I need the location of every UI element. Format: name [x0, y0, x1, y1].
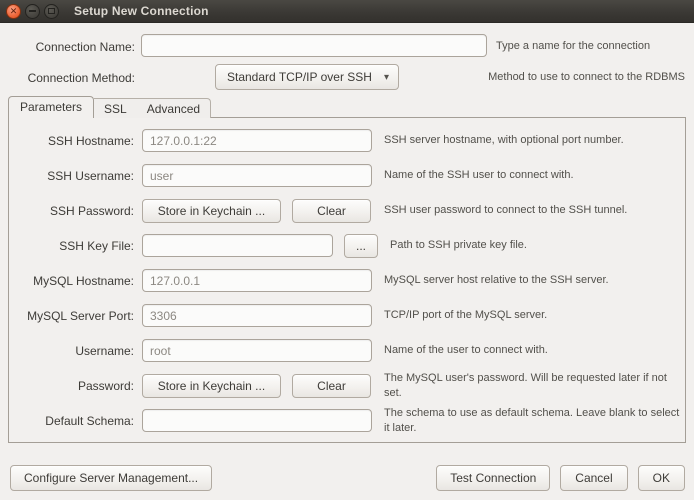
- username-hint: Name of the user to connect with.: [384, 343, 548, 357]
- tab-ssl[interactable]: SSL: [94, 100, 137, 118]
- chevron-down-icon: ▾: [384, 72, 389, 83]
- form-row-ssh-username: SSH Username: Name of the SSH user to co…: [9, 158, 685, 193]
- connection-name-hint: Type a name for the connection: [496, 40, 650, 52]
- ssh-store-keychain-button[interactable]: Store in Keychain ...: [142, 199, 281, 223]
- connection-method-hint: Method to use to connect to the RDBMS: [488, 71, 685, 83]
- ssh-clear-password-button[interactable]: Clear: [292, 199, 371, 223]
- password-label: Password:: [9, 379, 134, 393]
- minimize-button[interactable]: [25, 4, 40, 19]
- ssh-keyfile-label: SSH Key File:: [9, 239, 134, 253]
- password-hint: The MySQL user's password. Will be reque…: [384, 371, 685, 400]
- ssh-keyfile-input[interactable]: [142, 234, 333, 257]
- mysql-hostname-hint: MySQL server host relative to the SSH se…: [384, 273, 609, 287]
- test-connection-button[interactable]: Test Connection: [436, 465, 550, 491]
- tab-bar: Parameters SSL Advanced: [8, 96, 211, 118]
- ssh-hostname-label: SSH Hostname:: [9, 134, 134, 148]
- mysql-hostname-input[interactable]: [142, 269, 372, 292]
- ssh-hostname-input[interactable]: [142, 129, 372, 152]
- footer-actions: Test Connection Cancel OK: [436, 465, 685, 491]
- connection-method-label: Connection Method:: [0, 71, 135, 85]
- maximize-icon: [48, 8, 55, 14]
- ssh-password-label: SSH Password:: [9, 204, 134, 218]
- mysql-hostname-label: MySQL Hostname:: [9, 274, 134, 288]
- username-input[interactable]: [142, 339, 372, 362]
- form-row-mysql-hostname: MySQL Hostname: MySQL server host relati…: [9, 263, 685, 298]
- ssh-hostname-hint: SSH server hostname, with optional port …: [384, 133, 624, 147]
- cancel-button[interactable]: Cancel: [560, 465, 627, 491]
- configure-server-management-button[interactable]: Configure Server Management...: [10, 465, 212, 491]
- ssh-username-label: SSH Username:: [9, 169, 134, 183]
- default-schema-hint: The schema to use as default schema. Lea…: [384, 406, 685, 435]
- minimize-icon: [29, 10, 36, 12]
- ok-button[interactable]: OK: [638, 465, 685, 491]
- titlebar: ✕ Setup New Connection: [0, 0, 694, 23]
- connection-name-label: Connection Name:: [0, 40, 135, 54]
- form-row-mysql-port: MySQL Server Port: TCP/IP port of the My…: [9, 298, 685, 333]
- form-row-ssh-password: SSH Password: Store in Keychain ... Clea…: [9, 193, 685, 228]
- close-button[interactable]: ✕: [6, 4, 21, 19]
- window-title: Setup New Connection: [74, 4, 209, 18]
- form-row-username: Username: Name of the user to connect wi…: [9, 333, 685, 368]
- default-schema-input[interactable]: [142, 409, 372, 432]
- default-schema-label: Default Schema:: [9, 414, 134, 428]
- mysql-store-keychain-button[interactable]: Store in Keychain ...: [142, 374, 281, 398]
- mysql-port-input[interactable]: [142, 304, 372, 327]
- connection-method-value: Standard TCP/IP over SSH: [227, 70, 372, 84]
- tab-parameters[interactable]: Parameters: [8, 96, 94, 118]
- form-row-ssh-keyfile: SSH Key File: ... Path to SSH private ke…: [9, 228, 685, 263]
- ssh-password-hint: SSH user password to connect to the SSH …: [384, 203, 627, 217]
- window-controls: ✕: [6, 4, 59, 19]
- ssh-keyfile-browse-button[interactable]: ...: [344, 234, 378, 258]
- tab-advanced[interactable]: Advanced: [137, 100, 210, 118]
- connection-name-input[interactable]: [141, 34, 487, 57]
- ssh-username-input[interactable]: [142, 164, 372, 187]
- maximize-button[interactable]: [44, 4, 59, 19]
- ssh-keyfile-hint: Path to SSH private key file.: [390, 238, 527, 252]
- mysql-port-label: MySQL Server Port:: [9, 309, 134, 323]
- connection-method-dropdown[interactable]: Standard TCP/IP over SSH ▾: [215, 64, 399, 90]
- mysql-port-hint: TCP/IP port of the MySQL server.: [384, 308, 547, 322]
- ssh-username-hint: Name of the SSH user to connect with.: [384, 168, 574, 182]
- parameters-panel: SSH Hostname: SSH server hostname, with …: [8, 117, 686, 443]
- mysql-clear-password-button[interactable]: Clear: [292, 374, 371, 398]
- form-row-default-schema: Default Schema: The schema to use as def…: [9, 403, 685, 438]
- form-row-ssh-hostname: SSH Hostname: SSH server hostname, with …: [9, 123, 685, 158]
- tab-group-inactive: SSL Advanced: [94, 98, 211, 118]
- close-icon: ✕: [10, 7, 18, 16]
- username-label: Username:: [9, 344, 134, 358]
- form-row-password: Password: Store in Keychain ... Clear Th…: [9, 368, 685, 403]
